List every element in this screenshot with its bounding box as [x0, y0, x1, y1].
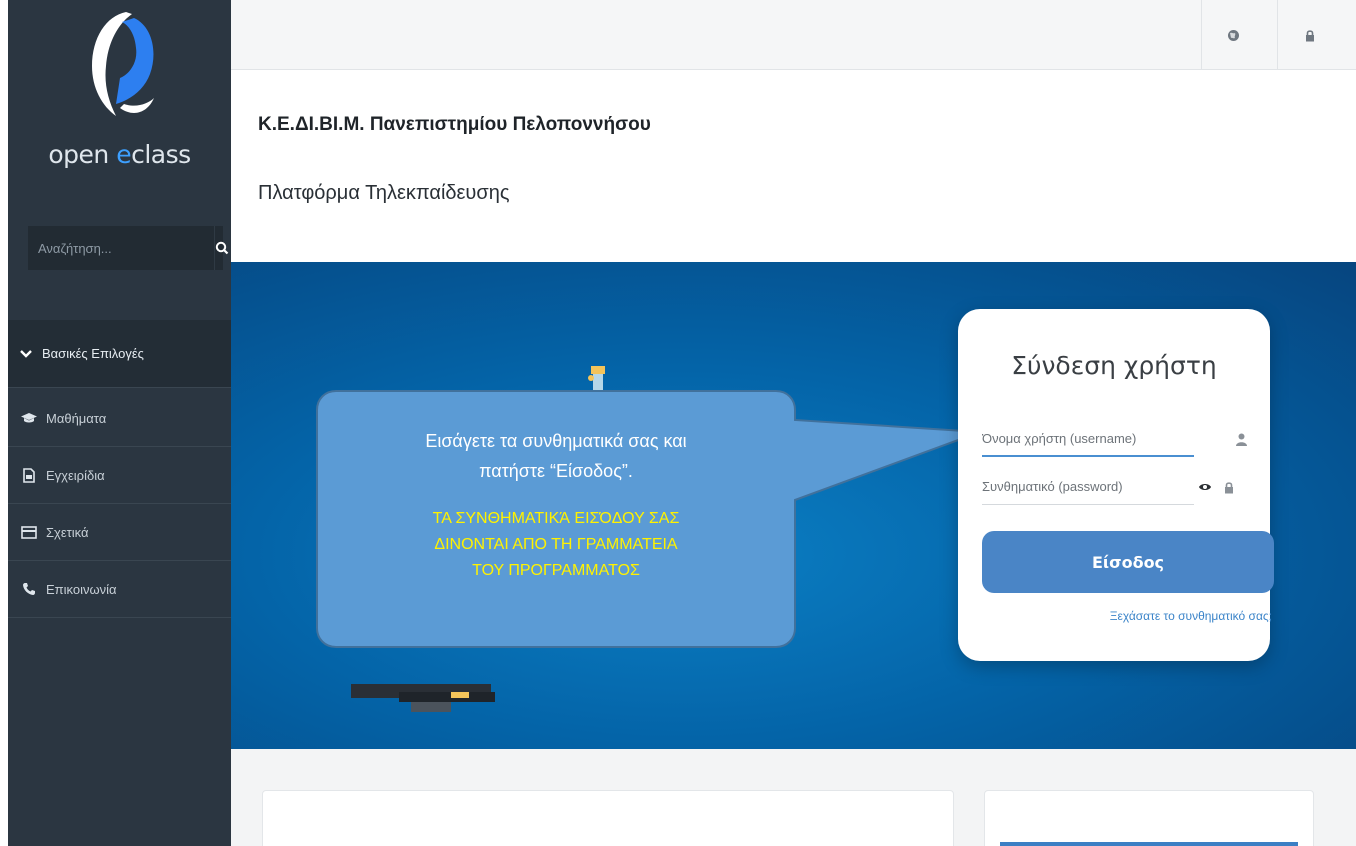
instruction-callout: Εισάγετε τα συνθηματικά σας και πατήστε … — [316, 390, 981, 648]
password-field[interactable] — [982, 469, 1194, 505]
login-button[interactable]: Είσοδος — [982, 531, 1274, 593]
eye-icon[interactable] — [1196, 478, 1214, 496]
search-button[interactable] — [214, 226, 229, 270]
eclass-logo-mark — [92, 12, 154, 116]
sidebar-item-label: Εγχειρίδια — [46, 467, 105, 483]
search-input[interactable] — [28, 226, 214, 270]
language-button[interactable] — [1201, 0, 1265, 70]
graduation-cap-icon — [20, 410, 38, 426]
top-bar — [231, 0, 1356, 70]
sidebar-item-contact[interactable]: Επικοινωνία — [8, 561, 231, 618]
card-accent-bar — [1000, 842, 1298, 846]
lock-icon — [1220, 478, 1238, 496]
page: open eclass Βασικές Επιλογές Μαθήματα Εγ… — [0, 0, 1356, 846]
sidebar-item-label: Σχετικά — [46, 524, 89, 540]
sidebar: open eclass Βασικές Επιλογές Μαθήματα Εγ… — [8, 0, 231, 846]
login-title: Σύνδεση χρήστη — [1011, 351, 1217, 380]
sidebar-menu: Μαθήματα Εγχειρίδια Σχετικά Επικοινωνία — [8, 390, 231, 618]
platform-subtitle: Πλατφόρμα Τηλεκπαίδευσης — [258, 182, 510, 204]
chevron-down-icon — [20, 349, 32, 358]
sidebar-item-courses[interactable]: Μαθήματα — [8, 390, 231, 447]
login-card: Σύνδεση χρήστη Είσοδος Ξεχάσατε το συνθη… — [958, 309, 1274, 661]
logo[interactable]: open eclass — [8, 0, 231, 200]
username-field[interactable] — [982, 421, 1194, 457]
card-icon — [20, 524, 38, 540]
menu-header-label: Βασικές Επιλογές — [42, 346, 144, 361]
sidebar-item-manuals[interactable]: Εγχειρίδια — [8, 447, 231, 504]
content-card-right — [984, 790, 1314, 846]
lock-icon — [1305, 29, 1314, 41]
callout-text: Εισάγετε τα συνθηματικά σας και πατήστε … — [316, 426, 796, 584]
institution-title: Κ.Ε.ΔΙ.ΒΙ.Μ. Πανεπιστημίου Πελοποννήσου — [258, 114, 651, 135]
sidebar-item-label: Επικοινωνία — [46, 581, 117, 597]
content-card-left — [262, 790, 954, 846]
sidebar-item-label: Μαθήματα — [46, 410, 107, 426]
sidebar-search — [28, 226, 229, 270]
user-icon — [1232, 430, 1250, 448]
logo-text: open eclass — [48, 140, 191, 169]
globe-icon — [1228, 29, 1239, 41]
search-icon — [215, 241, 229, 255]
document-icon — [20, 467, 38, 483]
callout-note: ΤΑ ΣΥΝΘΗΜΑΤΙΚΆ ΕΙΣΌΔΟΥ ΣΑΣ ΔΙΝΟΝΤΑΙ ΑΠΟ … — [432, 510, 680, 579]
login-lock-button[interactable] — [1277, 0, 1341, 70]
callout-instruction: Εισάγετε τα συνθηματικά σας και πατήστε … — [425, 431, 687, 481]
menu-header-basic-options[interactable]: Βασικές Επιλογές — [8, 320, 231, 388]
phone-icon — [20, 581, 38, 597]
forgot-password-link[interactable]: Ξεχάσατε το συνθηματικό σας; — [982, 609, 1272, 623]
sidebar-item-about[interactable]: Σχετικά — [8, 504, 231, 561]
